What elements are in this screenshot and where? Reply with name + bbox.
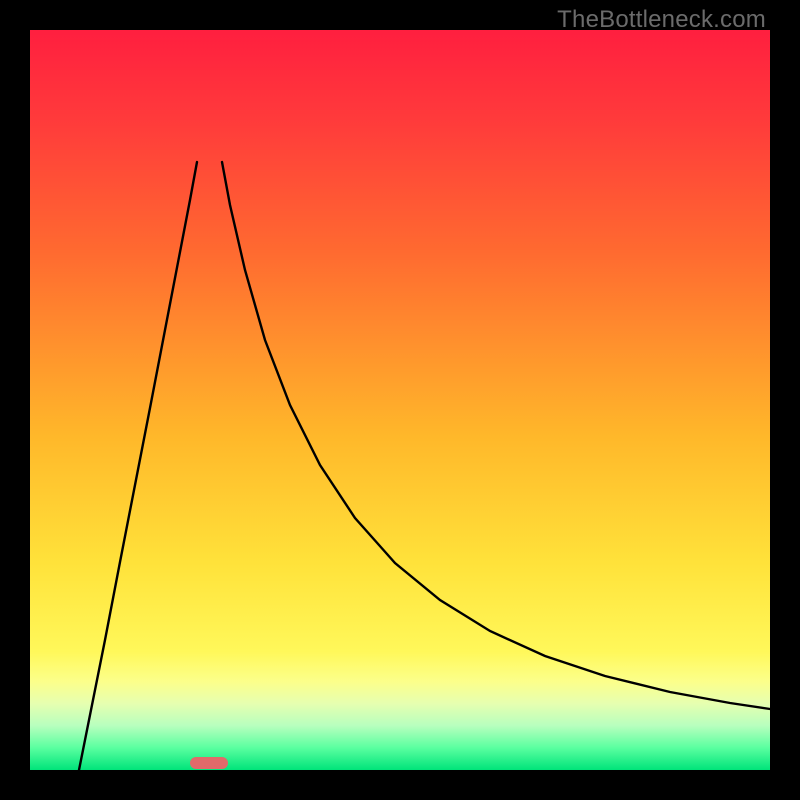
bottleneck-curve [30, 30, 770, 770]
chart-frame: TheBottleneck.com [0, 0, 800, 800]
plot-area [30, 30, 770, 770]
curve-right-branch [222, 162, 770, 709]
optimum-marker [190, 757, 228, 769]
watermark-text: TheBottleneck.com [557, 6, 766, 34]
curve-left-branch [79, 162, 197, 770]
